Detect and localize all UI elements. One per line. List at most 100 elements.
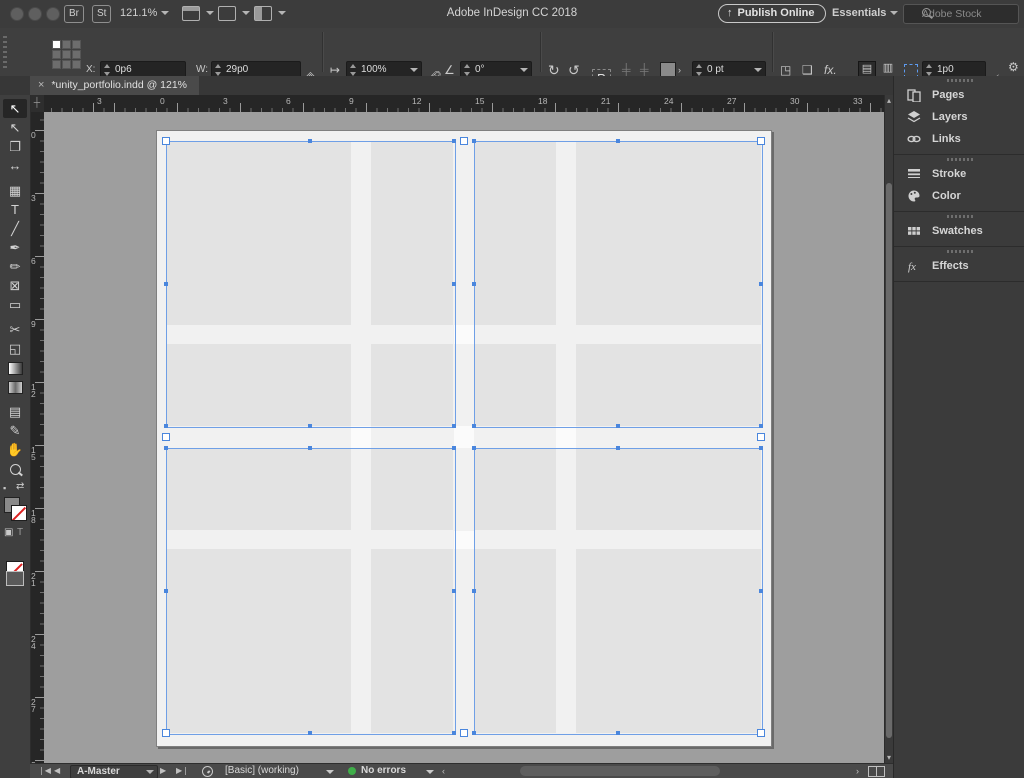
horizontal-scrollbar[interactable] bbox=[405, 766, 875, 776]
previous-page-button[interactable]: ◀ bbox=[54, 766, 60, 775]
frame-handle[interactable] bbox=[164, 424, 168, 428]
page-number-dropdown[interactable]: A-Master bbox=[70, 765, 158, 778]
stepper-icon[interactable] bbox=[463, 64, 472, 76]
panel-grip[interactable] bbox=[3, 36, 7, 68]
frame-handle[interactable] bbox=[472, 731, 476, 735]
screen-mode-button[interactable] bbox=[6, 571, 24, 586]
toolbar-stroke-swatch[interactable] bbox=[11, 505, 27, 521]
free-transform-tool[interactable]: ◱ bbox=[3, 339, 27, 358]
frame-handle[interactable] bbox=[452, 588, 456, 593]
document-canvas[interactable] bbox=[44, 112, 884, 763]
frame-handle[interactable] bbox=[615, 139, 620, 143]
stock-search-field[interactable]: Adobe Stock bbox=[903, 4, 1019, 24]
frame-handle[interactable] bbox=[759, 588, 763, 593]
gear-icon[interactable]: ⚙ bbox=[1008, 60, 1019, 74]
stepper-icon[interactable] bbox=[349, 64, 358, 76]
arrange-documents-icon[interactable] bbox=[254, 6, 272, 21]
zoom-tool[interactable] bbox=[3, 459, 27, 478]
last-page-button[interactable]: ▶❘ bbox=[176, 766, 189, 775]
panel-button-effects[interactable]: fx Effects bbox=[894, 255, 1024, 277]
drop-shadow-icon[interactable]: ❑ bbox=[802, 63, 813, 77]
default-fill-stroke-icon[interactable]: ▪ bbox=[3, 483, 6, 493]
frame-handle[interactable] bbox=[452, 281, 456, 286]
selected-frame[interactable] bbox=[166, 141, 456, 428]
line-tool[interactable]: ╱ bbox=[3, 219, 27, 238]
stepper-icon[interactable] bbox=[214, 64, 223, 76]
stepper-icon[interactable] bbox=[925, 64, 934, 76]
frame-handle[interactable] bbox=[759, 446, 763, 450]
effects-menu-icon[interactable]: fx. bbox=[824, 63, 837, 77]
frame-handle[interactable] bbox=[308, 139, 312, 143]
frame-handle[interactable] bbox=[452, 731, 456, 735]
frame-handle[interactable] bbox=[472, 446, 476, 450]
scroll-down-icon[interactable]: ▾ bbox=[887, 753, 891, 762]
horizontal-ruler[interactable]: 3 0 3 6 9 12 15 18 21 24 27 30 33 bbox=[44, 95, 884, 113]
gradient-feather-tool[interactable] bbox=[3, 377, 27, 396]
frame-handle[interactable] bbox=[472, 281, 476, 286]
close-tab-icon[interactable]: × bbox=[38, 79, 44, 91]
spread-view-icon[interactable] bbox=[876, 766, 885, 777]
chevron-down-icon[interactable] bbox=[146, 770, 154, 774]
frame-handle[interactable] bbox=[759, 424, 763, 428]
screen-mode-icon[interactable] bbox=[218, 6, 236, 21]
panel-group-grip[interactable] bbox=[946, 158, 973, 161]
selection-bbox-handle[interactable] bbox=[459, 729, 468, 737]
selection-bbox-handle[interactable] bbox=[162, 729, 170, 737]
document-tab[interactable]: × *unity_portfolio.indd @ 121% bbox=[30, 76, 200, 95]
chevron-down-icon[interactable] bbox=[326, 770, 334, 774]
selection-bbox-handle[interactable] bbox=[459, 137, 468, 145]
fill-flyout-arrow[interactable]: › bbox=[678, 65, 681, 75]
selection-bbox-handle[interactable] bbox=[757, 729, 765, 737]
color-theme-tool[interactable]: ✎ bbox=[3, 421, 27, 440]
panel-button-pages[interactable]: Pages bbox=[894, 84, 1024, 106]
frame-handle[interactable] bbox=[472, 424, 476, 428]
rectangle-tool[interactable]: ▭ bbox=[3, 295, 27, 314]
pen-tool[interactable]: ✒ bbox=[3, 238, 27, 257]
vertical-ruler[interactable]: 03691 21 51 82 12 42 73 0 bbox=[30, 112, 45, 763]
frame-tool[interactable]: ⊠ bbox=[3, 276, 27, 295]
type-tool[interactable]: T bbox=[3, 200, 27, 219]
frame-handle[interactable] bbox=[615, 446, 620, 450]
pencil-tool[interactable]: ✏ bbox=[3, 257, 27, 276]
formatting-affects-container-icon[interactable]: ▣ bbox=[4, 527, 13, 538]
bridge-button[interactable]: Br bbox=[64, 5, 84, 23]
panel-button-swatches[interactable]: Swatches bbox=[894, 220, 1024, 242]
frame-handle[interactable] bbox=[308, 731, 312, 735]
ruler-origin-box[interactable]: ┼ bbox=[30, 95, 45, 113]
view-options-icon[interactable] bbox=[182, 6, 200, 21]
workspace-switcher[interactable]: Essentials bbox=[832, 7, 899, 19]
corner-options-icon[interactable]: ◳ bbox=[780, 63, 791, 77]
frame-handle[interactable] bbox=[308, 424, 312, 428]
frame-handle[interactable] bbox=[308, 446, 312, 450]
frame-handle[interactable] bbox=[452, 446, 456, 450]
scissors-tool[interactable]: ✂ bbox=[3, 320, 27, 339]
panel-button-stroke[interactable]: Stroke bbox=[894, 163, 1024, 185]
preflight-icon[interactable] bbox=[202, 766, 213, 777]
chevron-down-icon[interactable] bbox=[520, 68, 528, 72]
selected-frame[interactable] bbox=[474, 448, 763, 735]
hand-tool[interactable]: ✋ bbox=[3, 440, 27, 459]
gap-tool[interactable]: ↔ bbox=[3, 156, 27, 175]
frame-handle[interactable] bbox=[164, 446, 168, 450]
selection-tool[interactable]: ↖ bbox=[3, 99, 27, 118]
page[interactable] bbox=[156, 130, 772, 747]
chevron-down-icon[interactable] bbox=[754, 68, 762, 72]
frame-handle[interactable] bbox=[452, 139, 456, 143]
chevron-down-icon[interactable] bbox=[242, 11, 250, 15]
window-zoom-button[interactable] bbox=[46, 7, 60, 21]
horizontal-scrollbar-thumb[interactable] bbox=[520, 766, 720, 776]
frame-handle[interactable] bbox=[164, 588, 168, 593]
frame-handle[interactable] bbox=[615, 424, 620, 428]
paragraph-style-dropdown[interactable]: [Basic] (working) bbox=[225, 765, 299, 776]
frame-handle[interactable] bbox=[472, 588, 476, 593]
selected-frame[interactable] bbox=[166, 448, 456, 735]
scroll-up-icon[interactable]: ▴ bbox=[887, 96, 891, 105]
vertical-scrollbar-thumb[interactable] bbox=[886, 183, 892, 738]
stepper-icon[interactable] bbox=[695, 64, 704, 76]
frame-handle[interactable] bbox=[164, 281, 168, 286]
frame-handle[interactable] bbox=[472, 139, 476, 143]
formatting-affects-text-icon[interactable]: T bbox=[17, 527, 23, 538]
frame-handle[interactable] bbox=[759, 281, 763, 286]
selection-bbox-handle[interactable] bbox=[757, 137, 765, 145]
note-tool[interactable]: ▤ bbox=[3, 402, 27, 421]
